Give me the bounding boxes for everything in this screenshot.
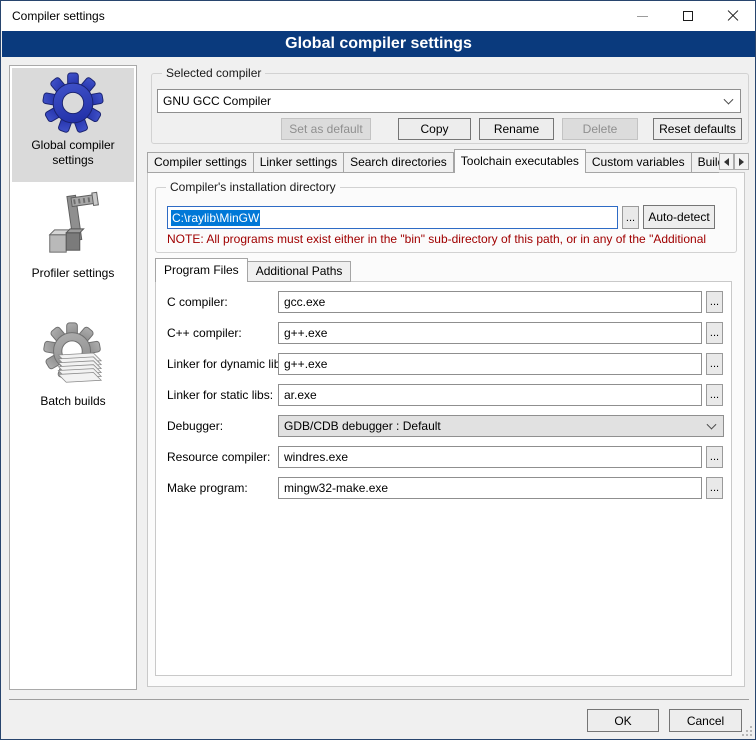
titlebar[interactable]: Compiler settings xyxy=(1,1,755,31)
tab-linker-settings[interactable]: Linker settings xyxy=(254,152,344,173)
close-button[interactable] xyxy=(710,1,755,31)
cancel-button[interactable]: Cancel xyxy=(669,709,742,732)
sidebar-item-label: Profiler settings xyxy=(12,266,134,281)
static-linker-browse-button[interactable]: ... xyxy=(706,384,723,406)
chevron-down-icon xyxy=(724,95,734,105)
cpp-compiler-browse-button[interactable]: ... xyxy=(706,322,723,344)
installation-directory-browse-button[interactable]: ... xyxy=(622,206,639,229)
debugger-row: Debugger: GDB/CDB debugger : Default xyxy=(167,415,727,437)
selected-compiler-group-label: Selected compiler xyxy=(162,66,265,80)
c-compiler-input[interactable] xyxy=(278,291,702,313)
tab-build-options[interactable]: Build options xyxy=(692,152,719,173)
arrow-right-icon xyxy=(739,158,744,166)
make-program-browse-button[interactable]: ... xyxy=(706,477,723,499)
dialog-header: Global compiler settings xyxy=(2,31,755,57)
cpp-compiler-row: C++ compiler: ... xyxy=(167,322,727,344)
tab-scroll-right-button[interactable] xyxy=(734,153,749,170)
subtab-additional-paths[interactable]: Additional Paths xyxy=(248,261,352,282)
copy-button[interactable]: Copy xyxy=(398,118,471,140)
minimize-button[interactable] xyxy=(620,1,665,31)
blue-gear-icon xyxy=(42,72,104,134)
cpp-compiler-label: C++ compiler: xyxy=(167,322,242,344)
dynamic-linker-row: Linker for dynamic libs: ... xyxy=(167,353,727,375)
close-icon xyxy=(727,10,739,22)
make-program-row: Make program: ... xyxy=(167,477,727,499)
compiler-tabs: Compiler settings Linker settings Search… xyxy=(147,149,719,173)
reset-defaults-button[interactable]: Reset defaults xyxy=(653,118,742,140)
tab-scroll-buttons xyxy=(719,153,749,170)
subtab-program-files[interactable]: Program Files xyxy=(155,258,248,282)
program-subtabs: Program Files Additional Paths xyxy=(155,257,351,282)
footer-divider xyxy=(9,699,749,700)
settings-sidebar: Global compiler settings Profiler xyxy=(9,65,137,690)
maximize-button[interactable] xyxy=(665,1,710,31)
installation-note: NOTE: All programs must exist either in … xyxy=(167,232,733,246)
tab-compiler-settings[interactable]: Compiler settings xyxy=(147,152,254,173)
debugger-select-value: GDB/CDB debugger : Default xyxy=(284,416,701,436)
ok-button[interactable]: OK xyxy=(587,709,659,732)
c-compiler-browse-button[interactable]: ... xyxy=(706,291,723,313)
rename-button[interactable]: Rename xyxy=(479,118,554,140)
set-as-default-button[interactable]: Set as default xyxy=(281,118,371,140)
dynamic-linker-browse-button[interactable]: ... xyxy=(706,353,723,375)
compiler-select-value: GNU GCC Compiler xyxy=(163,90,718,112)
sidebar-item-profiler-settings[interactable]: Profiler settings xyxy=(12,186,134,298)
c-compiler-label: C compiler: xyxy=(167,291,228,313)
make-program-label: Make program: xyxy=(167,477,248,499)
static-linker-label: Linker for static libs: xyxy=(167,384,273,406)
delete-button[interactable]: Delete xyxy=(562,118,638,140)
installation-directory-input[interactable]: C:\raylib\MinGW xyxy=(167,206,618,229)
caliper-icon xyxy=(42,190,104,262)
tab-custom-variables[interactable]: Custom variables xyxy=(586,152,692,173)
tab-scroll-left-button[interactable] xyxy=(719,153,734,170)
resource-compiler-row: Resource compiler: ... xyxy=(167,446,727,468)
debugger-select[interactable]: GDB/CDB debugger : Default xyxy=(278,415,724,437)
resource-compiler-input[interactable] xyxy=(278,446,702,468)
window-title: Compiler settings xyxy=(12,1,105,31)
static-linker-input[interactable] xyxy=(278,384,702,406)
sidebar-item-batch-builds[interactable]: Batch builds xyxy=(12,314,134,422)
resource-compiler-label: Resource compiler: xyxy=(167,446,270,468)
compiler-select[interactable]: GNU GCC Compiler xyxy=(157,89,741,113)
tab-toolchain-executables[interactable]: Toolchain executables xyxy=(454,149,586,173)
installation-directory-value: C:\raylib\MinGW xyxy=(171,210,260,226)
arrow-left-icon xyxy=(724,158,729,166)
resize-grip[interactable] xyxy=(742,726,752,736)
window-controls xyxy=(620,1,755,31)
gray-gear-stack-icon xyxy=(40,318,106,390)
compiler-settings-dialog: Compiler settings Global compiler settin… xyxy=(0,0,756,740)
dynamic-linker-input[interactable] xyxy=(278,353,702,375)
installation-directory-group-label: Compiler's installation directory xyxy=(166,180,340,194)
tab-search-directories[interactable]: Search directories xyxy=(344,152,454,173)
resource-compiler-browse-button[interactable]: ... xyxy=(706,446,723,468)
make-program-input[interactable] xyxy=(278,477,702,499)
debugger-label: Debugger: xyxy=(167,415,223,437)
sidebar-item-global-compiler-settings[interactable]: Global compiler settings xyxy=(12,68,134,182)
cpp-compiler-input[interactable] xyxy=(278,322,702,344)
maximize-icon xyxy=(683,11,693,21)
c-compiler-row: C compiler: ... xyxy=(167,291,727,313)
chevron-down-icon xyxy=(707,420,717,430)
sidebar-item-label: Global compiler settings xyxy=(12,138,134,168)
static-linker-row: Linker for static libs: ... xyxy=(167,384,727,406)
dynamic-linker-label: Linker for dynamic libs: xyxy=(167,353,290,375)
sidebar-item-label: Batch builds xyxy=(12,394,134,409)
minimize-icon xyxy=(637,16,648,17)
auto-detect-button[interactable]: Auto-detect xyxy=(643,205,715,229)
